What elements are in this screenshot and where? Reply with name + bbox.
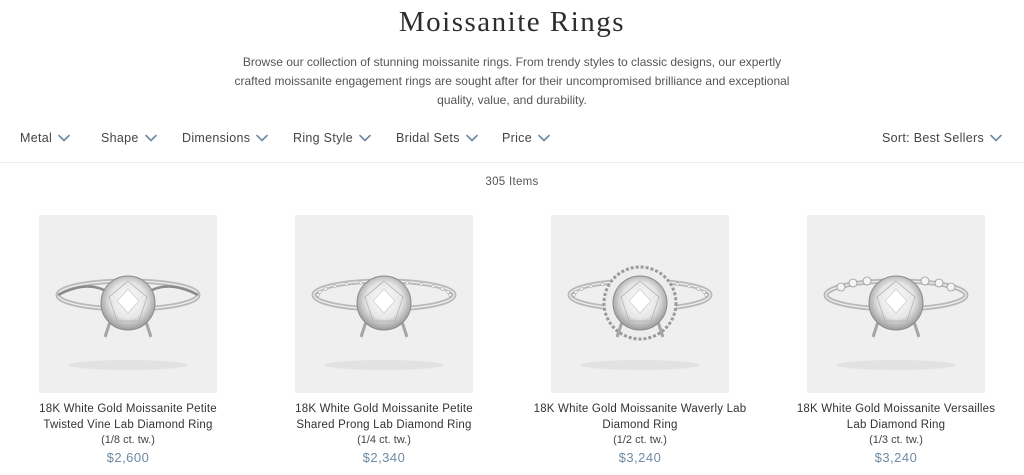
product-card[interactable]: 18K White Gold Moissanite Petite Twisted…	[0, 215, 256, 467]
product-card[interactable]: 18K White Gold Moissanite Petite Shared …	[256, 215, 512, 467]
filter-label: Price	[502, 131, 532, 145]
chevron-down-icon	[990, 134, 1002, 142]
product-carat: (1/2 ct. tw.)	[613, 434, 667, 446]
product-price: $2,340	[362, 450, 406, 465]
filter-label: Bridal Sets	[396, 131, 460, 145]
filter-label: Ring Style	[293, 131, 353, 145]
filter-bridal-sets[interactable]: Bridal Sets	[396, 131, 478, 145]
product-carat: (1/8 ct. tw.)	[101, 434, 155, 446]
filter-shape[interactable]: Shape	[101, 131, 157, 145]
product-image[interactable]	[807, 215, 985, 393]
product-image[interactable]	[39, 215, 217, 393]
product-carat: (1/3 ct. tw.)	[869, 434, 923, 446]
sort-dropdown[interactable]: Sort: Best Sellers	[882, 131, 1002, 145]
ring-image-icon	[311, 275, 457, 370]
product-image[interactable]	[295, 215, 473, 393]
product-card[interactable]: 18K White Gold Moissanite Waverly Lab Di…	[512, 215, 768, 467]
chevron-down-icon	[465, 134, 478, 142]
intro-text: Browse our collection of stunning moissa…	[234, 55, 790, 107]
product-name[interactable]: 18K White Gold Moissanite Petite Shared …	[256, 402, 512, 433]
filter-label: Dimensions	[182, 131, 251, 145]
product-name[interactable]: 18K White Gold Moissanite Versailles Lab…	[768, 402, 1024, 433]
ring-image-icon	[823, 275, 969, 370]
sort-label: Sort: Best Sellers	[882, 131, 984, 145]
chevron-down-icon	[359, 134, 371, 142]
page-title: Moissanite Rings	[398, 6, 626, 38]
product-image[interactable]	[551, 215, 729, 393]
chevron-down-icon	[256, 134, 269, 142]
chevron-down-icon	[538, 134, 550, 142]
product-price: $2,600	[106, 450, 150, 465]
chevron-down-icon	[58, 134, 70, 142]
filter-metal[interactable]: Metal	[20, 131, 70, 145]
product-card[interactable]: 18K White Gold Moissanite Versailles Lab…	[768, 215, 1024, 467]
result-count: 305 Items	[485, 176, 539, 188]
product-carat: (1/4 ct. tw.)	[357, 434, 411, 446]
product-name[interactable]: 18K White Gold Moissanite Petite Twisted…	[0, 402, 256, 433]
filter-price[interactable]: Price	[502, 131, 550, 145]
filter-ring-style[interactable]: Ring Style	[293, 131, 371, 145]
ring-image-icon	[55, 275, 201, 370]
filter-bar: Metal Shape Dimensions Ring Style Bridal…	[0, 123, 1024, 163]
filter-dimensions[interactable]: Dimensions	[182, 131, 269, 145]
ring-image-icon	[567, 265, 713, 370]
filter-label: Metal	[20, 131, 53, 145]
filter-label: Shape	[101, 131, 139, 145]
product-price: $3,240	[618, 450, 662, 465]
product-name[interactable]: 18K White Gold Moissanite Waverly Lab Di…	[512, 402, 768, 433]
product-price: $3,240	[874, 450, 918, 465]
chevron-down-icon	[144, 134, 157, 142]
